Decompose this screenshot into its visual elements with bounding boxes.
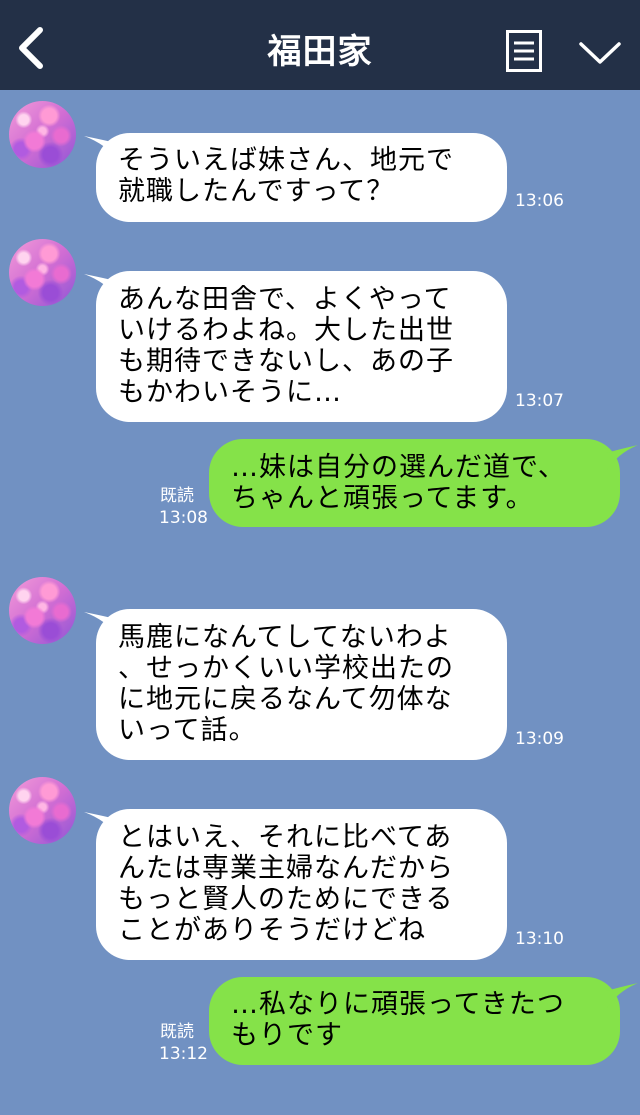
message-time: 13:06 — [515, 191, 564, 211]
chat-header: 福田家 — [0, 0, 640, 90]
chevron-down-icon[interactable] — [578, 38, 622, 68]
chat-title: 福田家 — [267, 32, 373, 72]
message-time: 13:09 — [515, 729, 564, 749]
message-time: 13:12 — [159, 1044, 208, 1064]
message-bubble[interactable]: 馬鹿になんてしてないわよ 、せっかくいい学校出たの に地元に戻るなんて勿体な い… — [96, 609, 507, 760]
message-bubble[interactable]: …妹は自分の選んだ道で、 ちゃんと頑張ってます。 — [209, 439, 620, 527]
message-time: 13:07 — [515, 391, 564, 411]
message-time: 13:10 — [515, 929, 564, 949]
bubble-tail — [606, 983, 638, 1009]
message-bubble[interactable]: あんな田舎で、よくやって いけるわよね。大した出世 も期待できないし、あの子 も… — [96, 271, 507, 422]
message-time: 13:08 — [159, 508, 208, 528]
message-bubble[interactable]: そういえば妹さん、地元で 就職したんですって？ — [96, 133, 507, 222]
bubble-tail — [606, 445, 638, 471]
avatar[interactable] — [9, 101, 76, 168]
message-bubble[interactable]: …私なりに頑張ってきたつ もりです — [209, 977, 620, 1065]
menu-icon[interactable] — [506, 30, 542, 72]
read-receipt: 既読 — [160, 486, 194, 506]
avatar[interactable] — [9, 577, 76, 644]
message-bubble[interactable]: とはいえ、それに比べてあ んたは専業主婦なんだから もっと賢人のためにできる こ… — [96, 809, 507, 960]
avatar[interactable] — [9, 777, 76, 844]
read-receipt: 既読 — [160, 1022, 194, 1042]
avatar[interactable] — [9, 239, 76, 306]
